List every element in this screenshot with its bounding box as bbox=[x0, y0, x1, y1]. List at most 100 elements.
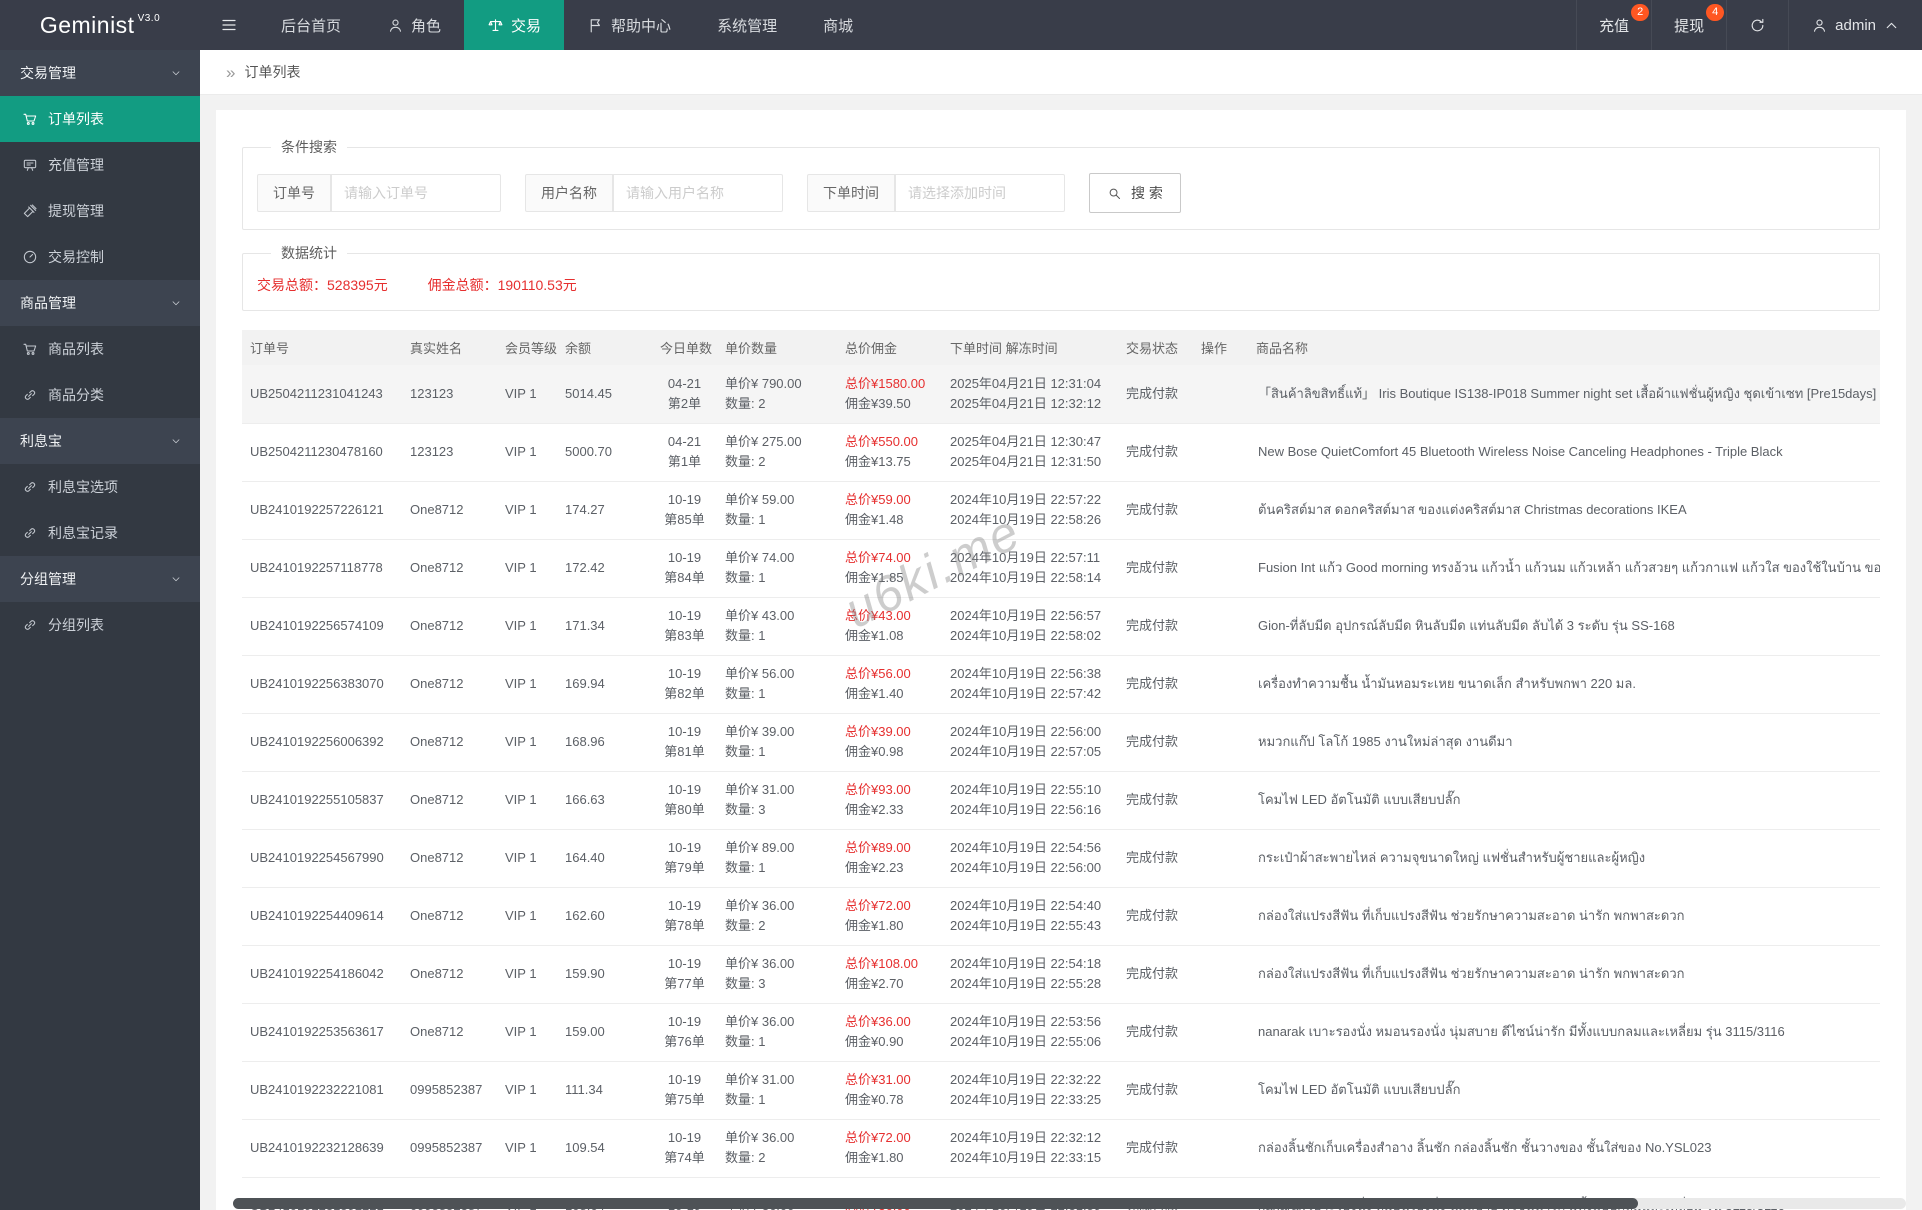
column-header: 交易状态 bbox=[1118, 330, 1193, 365]
order-count: 第74单 bbox=[664, 1150, 705, 1165]
cell-balance: 164.40 bbox=[557, 829, 652, 888]
top-menu-label: 帮助中心 bbox=[611, 17, 672, 35]
horizontal-scrollbar[interactable] bbox=[233, 1198, 1906, 1209]
cell-real-name: One8712 bbox=[402, 771, 497, 830]
stats-line: 交易总额：528395元 佣金总额：190110.53元 bbox=[257, 275, 1865, 295]
cell-today-orders: 10-19 第85单 bbox=[652, 481, 717, 540]
cell-status: 完成付款 bbox=[1118, 713, 1193, 772]
cell-actions bbox=[1193, 655, 1248, 714]
sidebar-item[interactable]: 订单列表 bbox=[0, 96, 200, 142]
cell-actions bbox=[1193, 887, 1248, 946]
cell-level: VIP 1 bbox=[497, 481, 557, 540]
sidebar-group-title[interactable]: 交易管理 bbox=[0, 50, 200, 96]
cell-times: 2024年10月19日 22:53:56 2024年10月19日 22:55:06 bbox=[942, 1003, 1118, 1062]
sidebar-item[interactable]: 利息宝记录 bbox=[0, 510, 200, 556]
sidebar-item[interactable]: 充值管理 bbox=[0, 142, 200, 188]
table-header-row: 订单号 真实姓名 会员等级 余额 今日单数 单价数量 总价佣金 下单时间 解冻时间 交易状态 操作… bbox=[242, 330, 1880, 365]
order-date: 10-19 bbox=[667, 608, 702, 623]
cell-product: 「สินค้าลิขสิทธิ์แท้」 Iris Boutique IS138… bbox=[1248, 365, 1880, 424]
cell-real-name: 123123 bbox=[402, 365, 497, 424]
search-button-label: 搜 索 bbox=[1131, 185, 1163, 201]
sidebar-item[interactable]: 分组列表 bbox=[0, 602, 200, 648]
sidebar-item[interactable]: 提现管理 bbox=[0, 188, 200, 234]
quantity: 数量: 2 bbox=[725, 1150, 766, 1165]
cell-price-qty: 单价¥ 36.00 数量: 3 bbox=[717, 945, 837, 1004]
total-price: 总价¥72.00 bbox=[845, 898, 911, 913]
order-no-field: 订单号 bbox=[257, 174, 501, 212]
cell-today-orders: 10-19 第77单 bbox=[652, 945, 717, 1004]
withdraw-link[interactable]: 提现 4 bbox=[1651, 0, 1726, 50]
cell-product: หมวกแก๊ป โลโก้ 1985 งานใหม่ล่าสุด งานดีม… bbox=[1248, 713, 1880, 772]
cell-today-orders: 10-19 第75单 bbox=[652, 1061, 717, 1120]
top-menu-item-5[interactable]: 商城 bbox=[800, 0, 876, 50]
sidebar-item[interactable]: 商品分类 bbox=[0, 372, 200, 418]
search-row: 订单号 用户名称 下单时间 搜 索 bbox=[257, 173, 1865, 213]
column-header: 单价数量 bbox=[717, 330, 837, 365]
sidebar-toggle-button[interactable] bbox=[200, 0, 258, 50]
cell-total-commission: 总价¥93.00 佣金¥2.33 bbox=[837, 771, 942, 830]
unit-price: 单价¥ 31.00 bbox=[725, 1072, 795, 1087]
cell-product: โคมไฟ LED อัตโนมัติ แบบเสียบปลั๊ก bbox=[1248, 771, 1880, 830]
cart-icon bbox=[22, 341, 38, 357]
quantity: 数量: 1 bbox=[725, 512, 766, 527]
cell-level: VIP 1 bbox=[497, 829, 557, 888]
sidebar-group-title[interactable]: 分组管理 bbox=[0, 556, 200, 602]
cell-total-commission: 总价¥39.00 佣金¥0.98 bbox=[837, 713, 942, 772]
cell-status: 完成付款 bbox=[1118, 1119, 1193, 1178]
order-time: 2024年10月19日 22:54:40 bbox=[950, 898, 1102, 913]
cell-today-orders: 10-19 第81单 bbox=[652, 713, 717, 772]
top-menu-item-0[interactable]: 后台首页 bbox=[258, 0, 364, 50]
cell-price-qty: 单价¥ 74.00 数量: 1 bbox=[717, 539, 837, 598]
sidebar-group-title[interactable]: 利息宝 bbox=[0, 418, 200, 464]
cell-today-orders: 10-19 第78单 bbox=[652, 887, 717, 946]
link-icon bbox=[22, 387, 38, 403]
breadcrumb: » 订单列表 bbox=[200, 50, 1922, 95]
unit-price: 单价¥ 275.00 bbox=[725, 434, 802, 449]
order-count: 第83单 bbox=[664, 628, 705, 643]
top-menu-label: 后台首页 bbox=[281, 17, 342, 35]
column-header: 今日单数 bbox=[652, 330, 717, 365]
orders-table: 订单号 真实姓名 会员等级 余额 今日单数 单价数量 总价佣金 下单时间 解冻时间 交易状态 操作… bbox=[242, 330, 1880, 1210]
unfreeze-time: 2024年10月19日 22:57:05 bbox=[950, 744, 1102, 759]
admin-menu[interactable]: admin bbox=[1788, 0, 1922, 50]
recharge-link[interactable]: 充值 2 bbox=[1576, 0, 1651, 50]
cell-times: 2024年10月19日 22:54:18 2024年10月19日 22:55:28 bbox=[942, 945, 1118, 1004]
cell-order-no: UB2410192256383070 bbox=[242, 655, 402, 714]
sidebar-group-title[interactable]: 商品管理 bbox=[0, 280, 200, 326]
cell-today-orders: 10-19 第84单 bbox=[652, 539, 717, 598]
order-time-input[interactable] bbox=[895, 174, 1065, 212]
order-time: 2024年10月19日 22:54:18 bbox=[950, 956, 1102, 971]
refresh-button[interactable] bbox=[1726, 0, 1788, 50]
sidebar-item[interactable]: 商品列表 bbox=[0, 326, 200, 372]
quantity: 数量: 1 bbox=[725, 1034, 766, 1049]
quantity: 数量: 1 bbox=[725, 628, 766, 643]
sidebar-item[interactable]: 利息宝选项 bbox=[0, 464, 200, 510]
recharge-badge: 2 bbox=[1631, 4, 1650, 21]
cell-status: 完成付款 bbox=[1118, 771, 1193, 830]
sidebar-item[interactable]: 交易控制 bbox=[0, 234, 200, 280]
scrollbar-thumb[interactable] bbox=[233, 1198, 1639, 1209]
top-menu-item-3[interactable]: 帮助中心 bbox=[564, 0, 694, 50]
unfreeze-time: 2024年10月19日 22:58:26 bbox=[950, 512, 1102, 527]
username-input[interactable] bbox=[613, 174, 783, 212]
unit-price: 单价¥ 43.00 bbox=[725, 608, 795, 623]
user-icon bbox=[1811, 17, 1828, 34]
top-menu-item-4[interactable]: 系统管理 bbox=[694, 0, 800, 50]
order-count: 第78单 bbox=[664, 918, 705, 933]
cell-status: 完成付款 bbox=[1118, 597, 1193, 656]
cell-order-no: UB2504211230478160 bbox=[242, 423, 402, 482]
flag-icon bbox=[587, 17, 604, 34]
cell-actions bbox=[1193, 829, 1248, 888]
cell-status: 完成付款 bbox=[1118, 655, 1193, 714]
order-no-input[interactable] bbox=[331, 174, 501, 212]
top-menu-item-2[interactable]: 交易 bbox=[464, 0, 565, 50]
cell-level: VIP 1 bbox=[497, 539, 557, 598]
cell-total-commission: 总价¥1580.00 佣金¥39.50 bbox=[837, 365, 942, 424]
unit-price: 单价¥ 56.00 bbox=[725, 666, 795, 681]
unit-price: 单价¥ 36.00 bbox=[725, 1014, 795, 1029]
cell-level: VIP 1 bbox=[497, 655, 557, 714]
search-button[interactable]: 搜 索 bbox=[1089, 173, 1181, 213]
top-menu-item-1[interactable]: 角色 bbox=[364, 0, 464, 50]
cell-status: 完成付款 bbox=[1118, 887, 1193, 946]
cell-price-qty: 单价¥ 36.00 数量: 2 bbox=[717, 887, 837, 946]
